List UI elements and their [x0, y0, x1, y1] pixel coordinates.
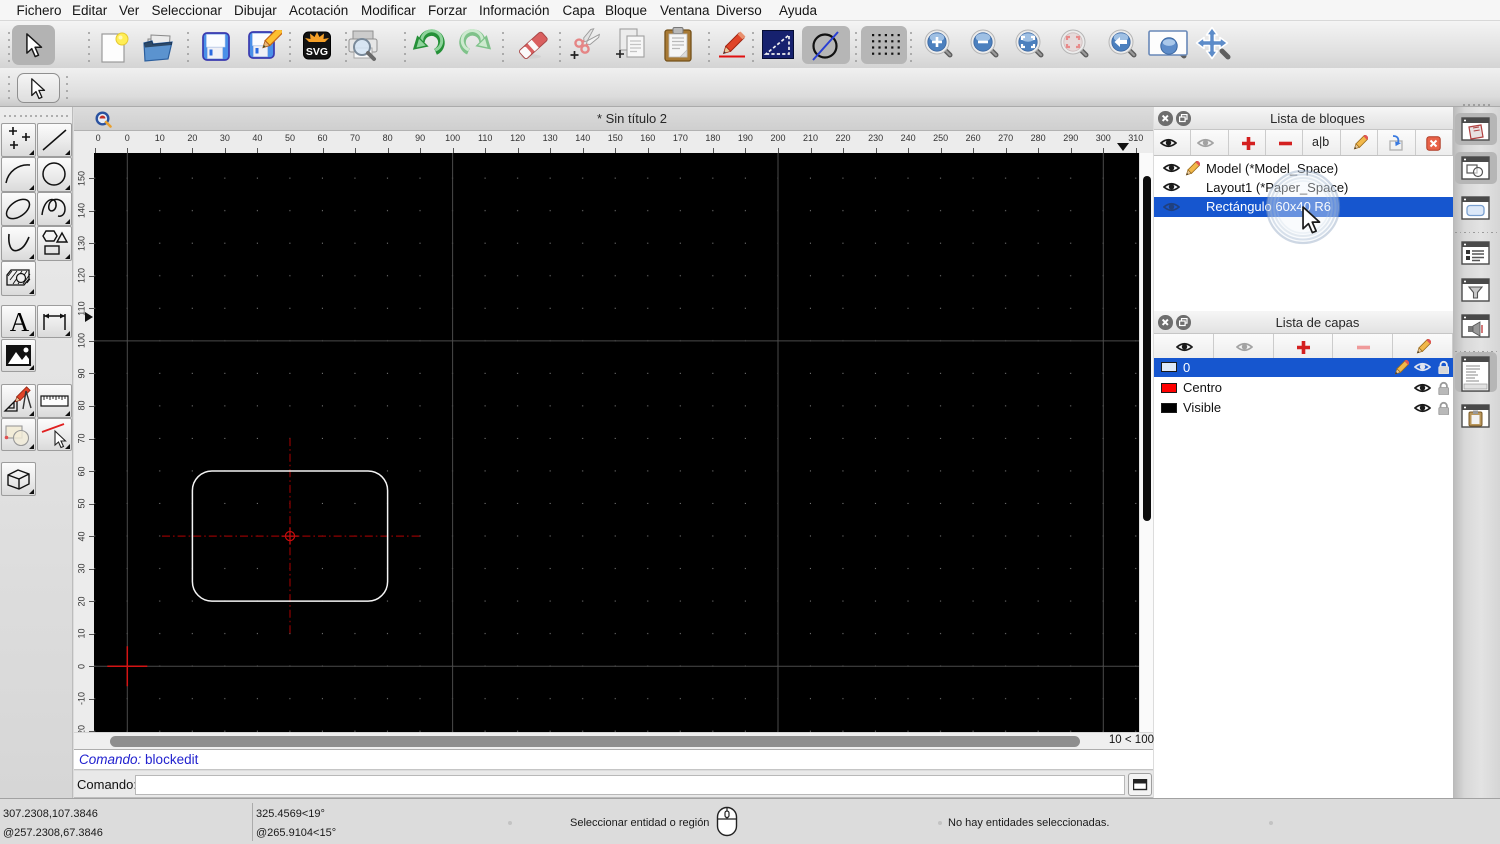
- svg-text:SVG: SVG: [306, 46, 328, 58]
